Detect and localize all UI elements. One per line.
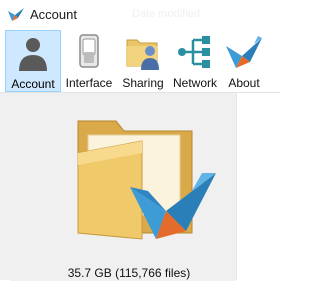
tab-account-label: Account <box>11 77 55 91</box>
tab-network[interactable]: Network <box>170 30 220 92</box>
account-panel: 35.7 GB (115,766 files) <box>10 101 236 281</box>
tab-about[interactable]: About <box>222 30 266 92</box>
preferences-toolbar: Account Interface Sharing Network About <box>0 30 280 93</box>
tab-network-label: Network <box>172 76 217 90</box>
window-title: Account <box>30 7 77 22</box>
content-side-area <box>236 93 281 280</box>
tab-about-label: About <box>228 76 260 90</box>
tab-sharing-label: Sharing <box>122 76 164 90</box>
title-bar[interactable]: Account Date modified <box>0 0 280 31</box>
account-silhouette-icon <box>19 38 47 71</box>
background-window-title: Date modified <box>132 8 200 20</box>
toggle-switch-icon <box>79 34 99 68</box>
network-tree-icon <box>178 36 210 68</box>
origami-bird-icon <box>226 36 262 68</box>
app-bird-icon <box>8 8 24 21</box>
tab-account[interactable]: Account <box>5 30 61 92</box>
tab-interface-label: Interface <box>65 76 113 90</box>
account-window: Account Date modified Account Interface <box>0 0 281 281</box>
shared-folder-user-icon <box>126 39 159 70</box>
account-content: 35.7 GB (115,766 files) <box>0 93 281 281</box>
storage-summary: 35.7 GB (115,766 files) <box>67 266 191 280</box>
tab-interface[interactable]: Interface <box>62 30 116 92</box>
tab-sharing[interactable]: Sharing <box>118 30 168 92</box>
sync-folder-hero-image <box>77 120 216 240</box>
